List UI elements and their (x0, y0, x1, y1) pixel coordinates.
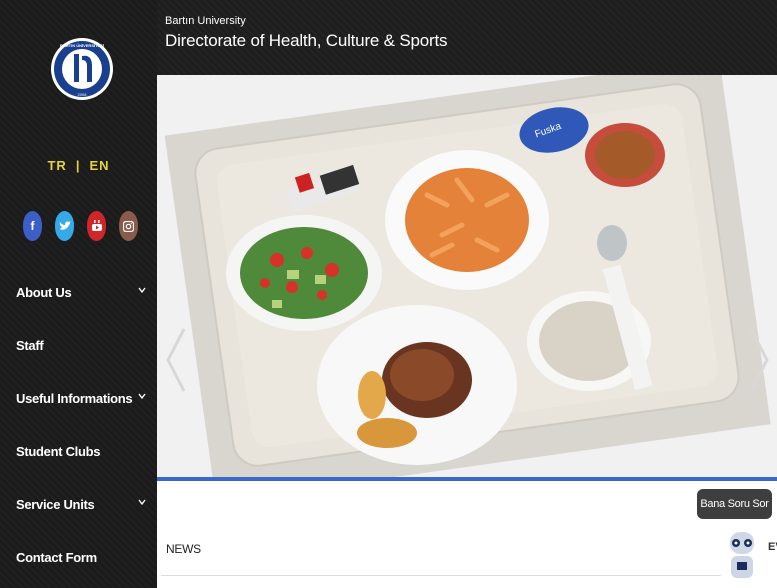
sidebar-item-about-us[interactable]: About Us (0, 266, 157, 319)
sidebar-item-label: About Us (16, 285, 72, 300)
image-slider: Fuska (157, 75, 777, 477)
sidebar-item-label: Staff (16, 338, 44, 353)
slider-next-arrow[interactable] (745, 325, 773, 395)
sidebar-item-label: Student Clubs (16, 444, 101, 459)
ask-question-button[interactable]: Bana Soru Sor (697, 489, 772, 519)
svg-text:BARTIN ÜNİVERSİTESİ: BARTIN ÜNİVERSİTESİ (60, 43, 104, 48)
facebook-icon[interactable]: f (23, 211, 42, 241)
news-section: NEWS (157, 481, 777, 588)
directorate-title[interactable]: Directorate of Health, Culture & Sports (165, 31, 447, 51)
chatbot-avatar[interactable] (715, 520, 769, 588)
chevron-down-icon (138, 393, 146, 400)
sidebar: BARTIN ÜNİVERSİTESİ 2008 TR | EN f About U… (0, 0, 157, 588)
news-heading: NEWS (166, 542, 201, 556)
page-header: Bartın University Directorate of Health,… (157, 0, 777, 75)
chevron-down-icon (138, 499, 146, 506)
svg-text:2008: 2008 (78, 92, 88, 97)
chevron-down-icon (138, 287, 146, 294)
sidebar-item-staff[interactable]: Staff (0, 319, 157, 372)
lang-en-link[interactable]: EN (89, 158, 109, 173)
sidebar-item-label: Service Units (16, 497, 95, 512)
sidebar-item-label: Useful Informations (16, 391, 133, 406)
sidebar-nav: About Us Staff Useful Informations Stude… (0, 266, 157, 584)
sidebar-item-useful-informations[interactable]: Useful Informations (0, 372, 157, 425)
university-name[interactable]: Bartın University (165, 15, 246, 27)
sidebar-item-service-units[interactable]: Service Units (0, 478, 157, 531)
news-divider (161, 575, 721, 576)
slider-prev-arrow[interactable] (162, 325, 190, 395)
sidebar-item-contact-form[interactable]: Contact Form (0, 531, 157, 584)
sidebar-item-label: Contact Form (16, 550, 97, 565)
youtube-icon[interactable] (87, 211, 106, 241)
language-switcher: TR | EN (0, 158, 157, 173)
instagram-icon[interactable] (119, 211, 138, 241)
lang-tr-link[interactable]: TR (47, 158, 66, 173)
twitter-icon[interactable] (55, 211, 74, 241)
social-links: f (23, 211, 138, 241)
lang-separator: | (75, 158, 81, 173)
side-text: EV (768, 541, 777, 553)
university-logo[interactable]: BARTIN ÜNİVERSİTESİ 2008 (50, 10, 114, 128)
slider-photo[interactable]: Fuska (157, 75, 777, 477)
sidebar-item-student-clubs[interactable]: Student Clubs (0, 425, 157, 478)
